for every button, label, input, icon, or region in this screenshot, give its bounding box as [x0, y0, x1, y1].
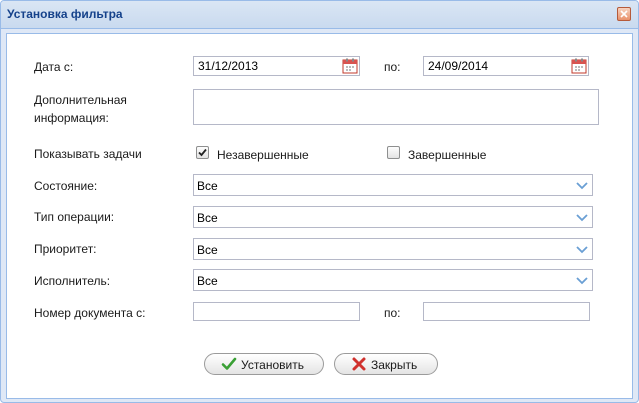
- info-label-line2: информация:: [34, 111, 109, 125]
- filter-dialog: Установка фильтра Дата с: по:: [0, 0, 639, 403]
- priority-combobox[interactable]: Все: [193, 238, 593, 260]
- date-from-input[interactable]: [193, 56, 360, 76]
- complete-label: Завершенные: [408, 148, 487, 162]
- operation-type-combobox[interactable]: Все: [193, 206, 593, 228]
- info-textarea[interactable]: [193, 89, 599, 125]
- close-button[interactable]: Закрыть: [334, 353, 438, 375]
- state-value: Все: [197, 179, 218, 193]
- operation-type-label: Тип операции:: [34, 210, 115, 224]
- executor-combobox[interactable]: Все: [193, 269, 593, 291]
- apply-button[interactable]: Установить: [204, 353, 324, 375]
- chevron-down-icon[interactable]: [572, 270, 592, 290]
- dialog-body: Дата с: по:: [6, 33, 633, 399]
- docnum-from-label: Номер документа с:: [34, 306, 146, 320]
- info-label-line1: Дополнительная: [34, 93, 127, 107]
- calendar-icon[interactable]: [571, 58, 587, 74]
- executor-value: Все: [197, 274, 218, 288]
- date-from-field: [193, 56, 360, 76]
- date-to-input[interactable]: [423, 56, 589, 76]
- calendar-icon[interactable]: [342, 58, 358, 74]
- incomplete-label: Незавершенные: [217, 148, 309, 162]
- operation-type-value: Все: [197, 211, 218, 225]
- docnum-from-input[interactable]: [193, 302, 360, 321]
- state-combobox[interactable]: Все: [193, 174, 593, 196]
- apply-button-label: Установить: [241, 358, 304, 372]
- x-icon: [351, 356, 367, 372]
- date-to-field: [423, 56, 589, 76]
- chevron-down-icon[interactable]: [572, 239, 592, 259]
- docnum-to-input[interactable]: [423, 302, 590, 321]
- dialog-titlebar[interactable]: Установка фильтра: [1, 1, 638, 29]
- chevron-down-icon[interactable]: [572, 175, 592, 195]
- state-label: Состояние:: [34, 179, 98, 193]
- priority-value: Все: [197, 243, 218, 257]
- chevron-down-icon[interactable]: [572, 207, 592, 227]
- close-button-label: Закрыть: [371, 358, 418, 372]
- executor-label: Исполнитель:: [34, 274, 111, 288]
- show-tasks-label: Показывать задачи: [34, 147, 142, 161]
- docnum-to-label: по:: [384, 306, 401, 320]
- priority-label: Приоритет:: [34, 242, 97, 256]
- incomplete-checkbox[interactable]: [196, 146, 209, 159]
- check-icon: [221, 356, 237, 372]
- date-from-label: Дата с:: [34, 60, 74, 74]
- close-icon[interactable]: [617, 7, 631, 21]
- date-to-label: по:: [384, 60, 401, 74]
- complete-checkbox[interactable]: [387, 146, 400, 159]
- dialog-title: Установка фильтра: [7, 7, 123, 21]
